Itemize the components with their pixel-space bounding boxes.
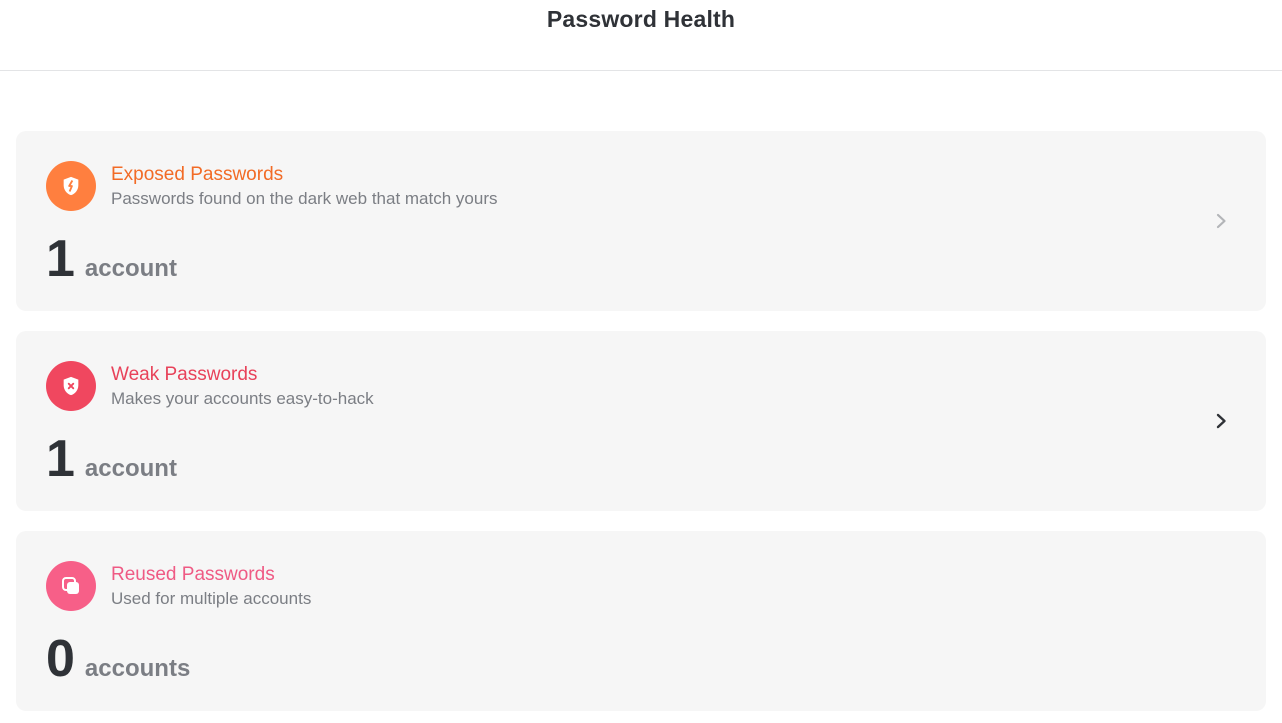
chevron-right-icon[interactable] [1214, 211, 1230, 231]
page-header: Password Health [0, 0, 1282, 71]
weak-passwords-card[interactable]: Weak Passwords Makes your accounts easy-… [16, 331, 1266, 511]
count-unit: accounts [84, 655, 191, 682]
card-title: Weak Passwords [111, 364, 258, 385]
count-unit: account [84, 255, 177, 282]
card-subtitle: Passwords found on the dark web that mat… [111, 189, 498, 208]
shield-x-icon [46, 361, 96, 411]
card-title: Reused Passwords [111, 564, 275, 585]
broken-shield-icon [46, 161, 96, 211]
account-count: 0 [46, 630, 75, 688]
count-unit: account [84, 455, 177, 482]
account-count: 1 [46, 430, 75, 488]
count-row: 1 account [46, 229, 177, 289]
chevron-right-icon[interactable] [1214, 411, 1230, 431]
card-subtitle: Used for multiple accounts [111, 589, 312, 608]
page-title: Password Health [546, 6, 736, 32]
reused-passwords-card: Reused Passwords Used for multiple accou… [16, 531, 1266, 711]
copy-icon [46, 561, 96, 611]
card-title: Exposed Passwords [111, 164, 284, 185]
account-count: 1 [46, 230, 75, 288]
exposed-passwords-card[interactable]: Exposed Passwords Passwords found on the… [16, 131, 1266, 311]
count-row: 1 account [46, 429, 177, 489]
card-subtitle: Makes your accounts easy-to-hack [111, 389, 374, 408]
count-row: 0 accounts [46, 629, 190, 689]
